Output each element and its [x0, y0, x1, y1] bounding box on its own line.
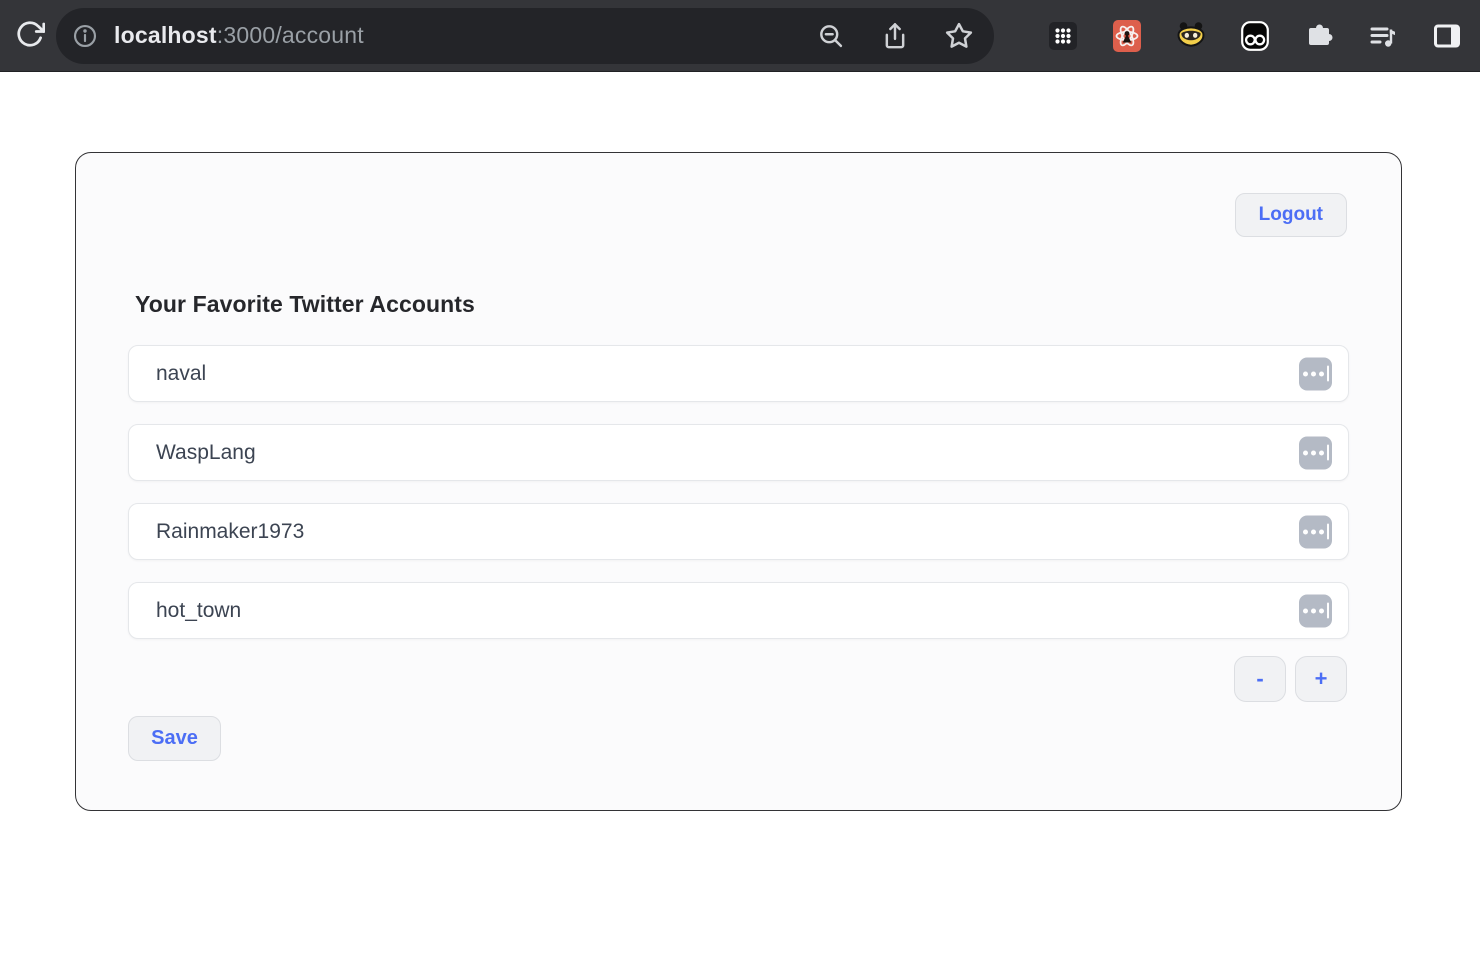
page-info-icon[interactable] [72, 23, 98, 49]
page-title: Your Favorite Twitter Accounts [135, 291, 475, 318]
zoom-out-button[interactable] [816, 21, 846, 51]
bookmark-button[interactable] [944, 21, 974, 51]
favorite-account-row [128, 345, 1349, 402]
favorite-account-row [128, 582, 1349, 639]
favorite-account-row [128, 424, 1349, 481]
media-controls-icon [1366, 19, 1400, 53]
autofill-dots-icon[interactable] [1299, 515, 1332, 548]
side-panel-icon [1430, 19, 1464, 53]
account-page: Logout Your Favorite Twitter Accounts [0, 72, 1480, 967]
side-panel-button[interactable] [1430, 19, 1464, 53]
extensions-button[interactable] [1302, 19, 1336, 53]
wasp-mascot-button[interactable] [1174, 19, 1208, 53]
account-card: Logout Your Favorite Twitter Accounts [75, 152, 1402, 811]
favorite-account-input[interactable] [128, 424, 1349, 481]
remove-account-button[interactable]: - [1234, 656, 1286, 702]
autofill-dots-icon[interactable] [1299, 594, 1332, 627]
apps-grid-button[interactable] [1046, 19, 1080, 53]
media-controls-button[interactable] [1366, 19, 1400, 53]
recorder-button[interactable] [1238, 19, 1272, 53]
favorite-account-row [128, 503, 1349, 560]
autofill-dots-icon[interactable] [1299, 436, 1332, 469]
reload-button[interactable] [4, 10, 56, 62]
bookmark-star-icon [944, 21, 974, 51]
favorite-account-input[interactable] [128, 582, 1349, 639]
wasp-mascot-icon [1174, 19, 1208, 53]
react-devtools-button[interactable] [1110, 19, 1144, 53]
extension-strip [1046, 19, 1480, 53]
recorder-icon [1238, 19, 1272, 53]
autofill-dots-icon[interactable] [1299, 357, 1332, 390]
share-button[interactable] [880, 21, 910, 51]
logout-button[interactable]: Logout [1235, 193, 1347, 237]
add-account-button[interactable]: + [1295, 656, 1347, 702]
extensions-puzzle-icon [1302, 19, 1336, 53]
url-path: :3000/account [217, 22, 364, 48]
url-host: localhost [114, 22, 217, 48]
favorite-account-input[interactable] [128, 345, 1349, 402]
save-button[interactable]: Save [128, 716, 221, 761]
reload-icon [15, 19, 45, 52]
react-devtools-icon [1110, 19, 1144, 53]
browser-toolbar: localhost:3000/account [0, 0, 1480, 72]
share-icon [881, 22, 909, 50]
row-controls: - + [1234, 656, 1347, 702]
favorite-account-input[interactable] [128, 503, 1349, 560]
url-text[interactable]: localhost:3000/account [114, 22, 364, 49]
zoom-out-icon [817, 22, 845, 50]
apps-grid-icon [1046, 19, 1080, 53]
favorite-accounts-list [128, 345, 1349, 639]
address-bar[interactable]: localhost:3000/account [56, 8, 994, 64]
